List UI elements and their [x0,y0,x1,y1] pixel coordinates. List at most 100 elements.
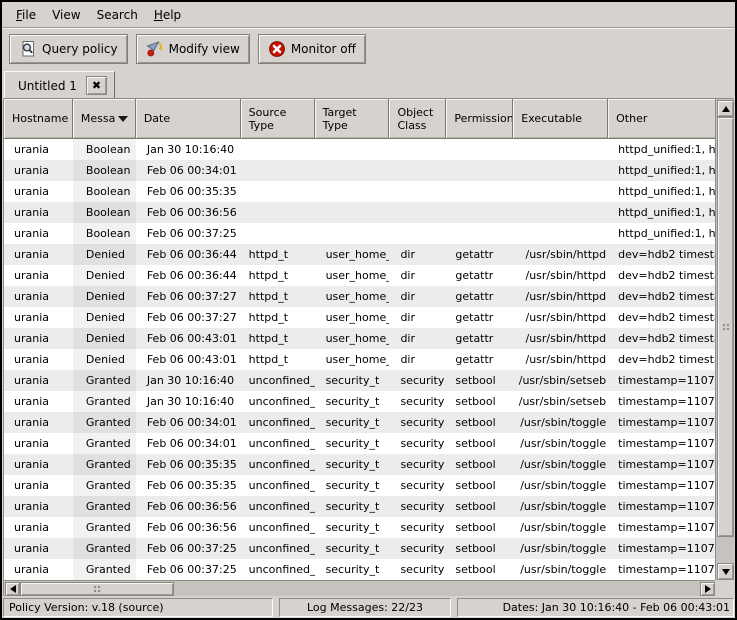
cell-other: timestamp=11076 [608,412,716,433]
cell-other: timestamp=11076 [608,517,716,538]
log-row[interactable]: uraniaDeniedFeb 06 00:43:01httpd_tuser_h… [4,349,716,370]
log-row[interactable]: uraniaGrantedFeb 06 00:34:01unconfined_s… [4,412,716,433]
cell-executable: /usr/sbin/toggle [513,433,608,454]
cell-permission: setbool [446,538,513,559]
cell-other: timestamp=11076 [608,475,716,496]
column-header-permission[interactable]: Permission [446,99,513,139]
tab-close-button[interactable]: ✖ [86,76,107,95]
cell-hostname: urania [4,559,73,580]
cell-object-class: security [389,454,446,475]
menu-help[interactable]: Help [146,5,189,25]
cell-executable: /usr/sbin/httpd [513,265,608,286]
cell-executable: /usr/sbin/toggle [513,475,608,496]
policy-version-status: Policy Version: v.18 (source) [3,598,273,617]
log-row[interactable]: uraniaGrantedFeb 06 00:37:25unconfined_s… [4,559,716,580]
cell-permission: getattr [446,286,513,307]
column-header-target-type[interactable]: Target Type [315,99,390,139]
log-row[interactable]: uraniaGrantedJan 30 10:16:40unconfined_s… [4,391,716,412]
horizontal-scrollbar[interactable] [4,580,716,596]
modify-view-label: Modify view [169,42,240,56]
thumb-grip [93,585,102,593]
cell-date: Feb 06 00:36:56 [136,202,241,223]
log-row[interactable]: uraniaGrantedFeb 06 00:36:56unconfined_s… [4,517,716,538]
log-row[interactable]: uraniaDeniedFeb 06 00:36:44httpd_tuser_h… [4,244,716,265]
cell-date: Feb 06 00:34:01 [136,412,241,433]
log-row[interactable]: uraniaBooleanJan 30 10:16:40httpd_unifie… [4,139,716,160]
cell-source-type: httpd_t [241,265,315,286]
menu-file[interactable]: File [8,5,44,25]
log-row[interactable]: uraniaGrantedFeb 06 00:37:25unconfined_s… [4,538,716,559]
log-row[interactable]: uraniaGrantedFeb 06 00:34:01unconfined_s… [4,433,716,454]
cell-object-class: dir [389,307,446,328]
cell-message: Boolean [73,202,136,223]
cell-message: Granted [73,433,136,454]
cell-permission [446,202,513,223]
log-row[interactable]: uraniaBooleanFeb 06 00:37:25httpd_unifie… [4,223,716,244]
cell-hostname: urania [4,517,73,538]
log-row[interactable]: uraniaDeniedFeb 06 00:37:27httpd_tuser_h… [4,286,716,307]
column-header-source-type[interactable]: Source Type [241,99,315,139]
cell-object-class [389,223,446,244]
log-row[interactable]: uraniaGrantedJan 30 10:16:40unconfined_s… [4,370,716,391]
cell-source-type: httpd_t [241,349,315,370]
cell-object-class: security [389,496,446,517]
cell-target-type: user_home_ [315,265,390,286]
cell-other: dev=hdb2 timesta [608,244,716,265]
modify-view-button[interactable]: Modify view [136,34,250,64]
cell-target-type [315,181,390,202]
cell-target-type: user_home_ [315,307,390,328]
log-row[interactable]: uraniaBooleanFeb 06 00:34:01httpd_unifie… [4,160,716,181]
cell-object-class: dir [389,265,446,286]
horizontal-scrollbar-thumb[interactable] [20,582,174,596]
cell-other: timestamp=11071 [608,370,716,391]
cell-permission [446,160,513,181]
log-row[interactable]: uraniaGrantedFeb 06 00:35:35unconfined_s… [4,475,716,496]
tab-untitled-1[interactable]: Untitled 1 ✖ [4,71,115,99]
cell-source-type: unconfined_ [241,559,315,580]
menu-search[interactable]: Search [89,5,146,25]
scroll-up-button[interactable] [717,100,734,117]
cell-message: Granted [73,538,136,559]
cell-source-type: unconfined_ [241,496,315,517]
tab-label: Untitled 1 [18,79,77,93]
column-header-other[interactable]: Other [608,99,716,139]
cell-message: Boolean [73,181,136,202]
cell-message: Denied [73,265,136,286]
log-row[interactable]: uraniaGrantedFeb 06 00:36:56unconfined_s… [4,496,716,517]
cell-message: Denied [73,286,136,307]
up-arrow-icon [722,106,730,112]
log-row[interactable]: uraniaDeniedFeb 06 00:43:01httpd_tuser_h… [4,328,716,349]
cell-object-class: dir [389,349,446,370]
cell-target-type [315,202,390,223]
cell-source-type [241,223,315,244]
scroll-right-button[interactable] [700,582,715,596]
log-row[interactable]: uraniaDeniedFeb 06 00:37:27httpd_tuser_h… [4,307,716,328]
cell-executable: /usr/sbin/toggle [513,496,608,517]
query-policy-button[interactable]: Query policy [9,34,128,64]
cell-other: httpd_unified:1, h [608,202,716,223]
column-header-messa[interactable]: Messa [73,99,136,139]
cell-date: Feb 06 00:37:25 [136,559,241,580]
column-header-date[interactable]: Date [136,99,241,139]
vertical-scrollbar[interactable] [715,99,734,581]
modify-view-icon [146,40,164,58]
cell-hostname: urania [4,391,73,412]
log-row[interactable]: uraniaGrantedFeb 06 00:35:35unconfined_s… [4,454,716,475]
cell-message: Denied [73,349,136,370]
cell-message: Granted [73,370,136,391]
log-table-region: HostnameMessaDateSource TypeTarget TypeO… [3,98,734,596]
cell-permission: setbool [446,496,513,517]
menu-view[interactable]: View [44,5,88,25]
cell-other: dev=hdb2 timesta [608,349,716,370]
vertical-scrollbar-thumb[interactable] [717,117,734,537]
log-row[interactable]: uraniaDeniedFeb 06 00:36:44httpd_tuser_h… [4,265,716,286]
column-header-hostname[interactable]: Hostname [4,99,73,139]
column-header-object-class[interactable]: Object Class [389,99,446,139]
monitor-off-button[interactable]: Monitor off [258,34,366,64]
scroll-down-button[interactable] [717,563,734,580]
column-header-executable[interactable]: Executable [513,99,608,139]
scroll-left-button[interactable] [5,582,20,596]
cell-object-class: security [389,475,446,496]
log-row[interactable]: uraniaBooleanFeb 06 00:36:56httpd_unifie… [4,202,716,223]
log-row[interactable]: uraniaBooleanFeb 06 00:35:35httpd_unifie… [4,181,716,202]
